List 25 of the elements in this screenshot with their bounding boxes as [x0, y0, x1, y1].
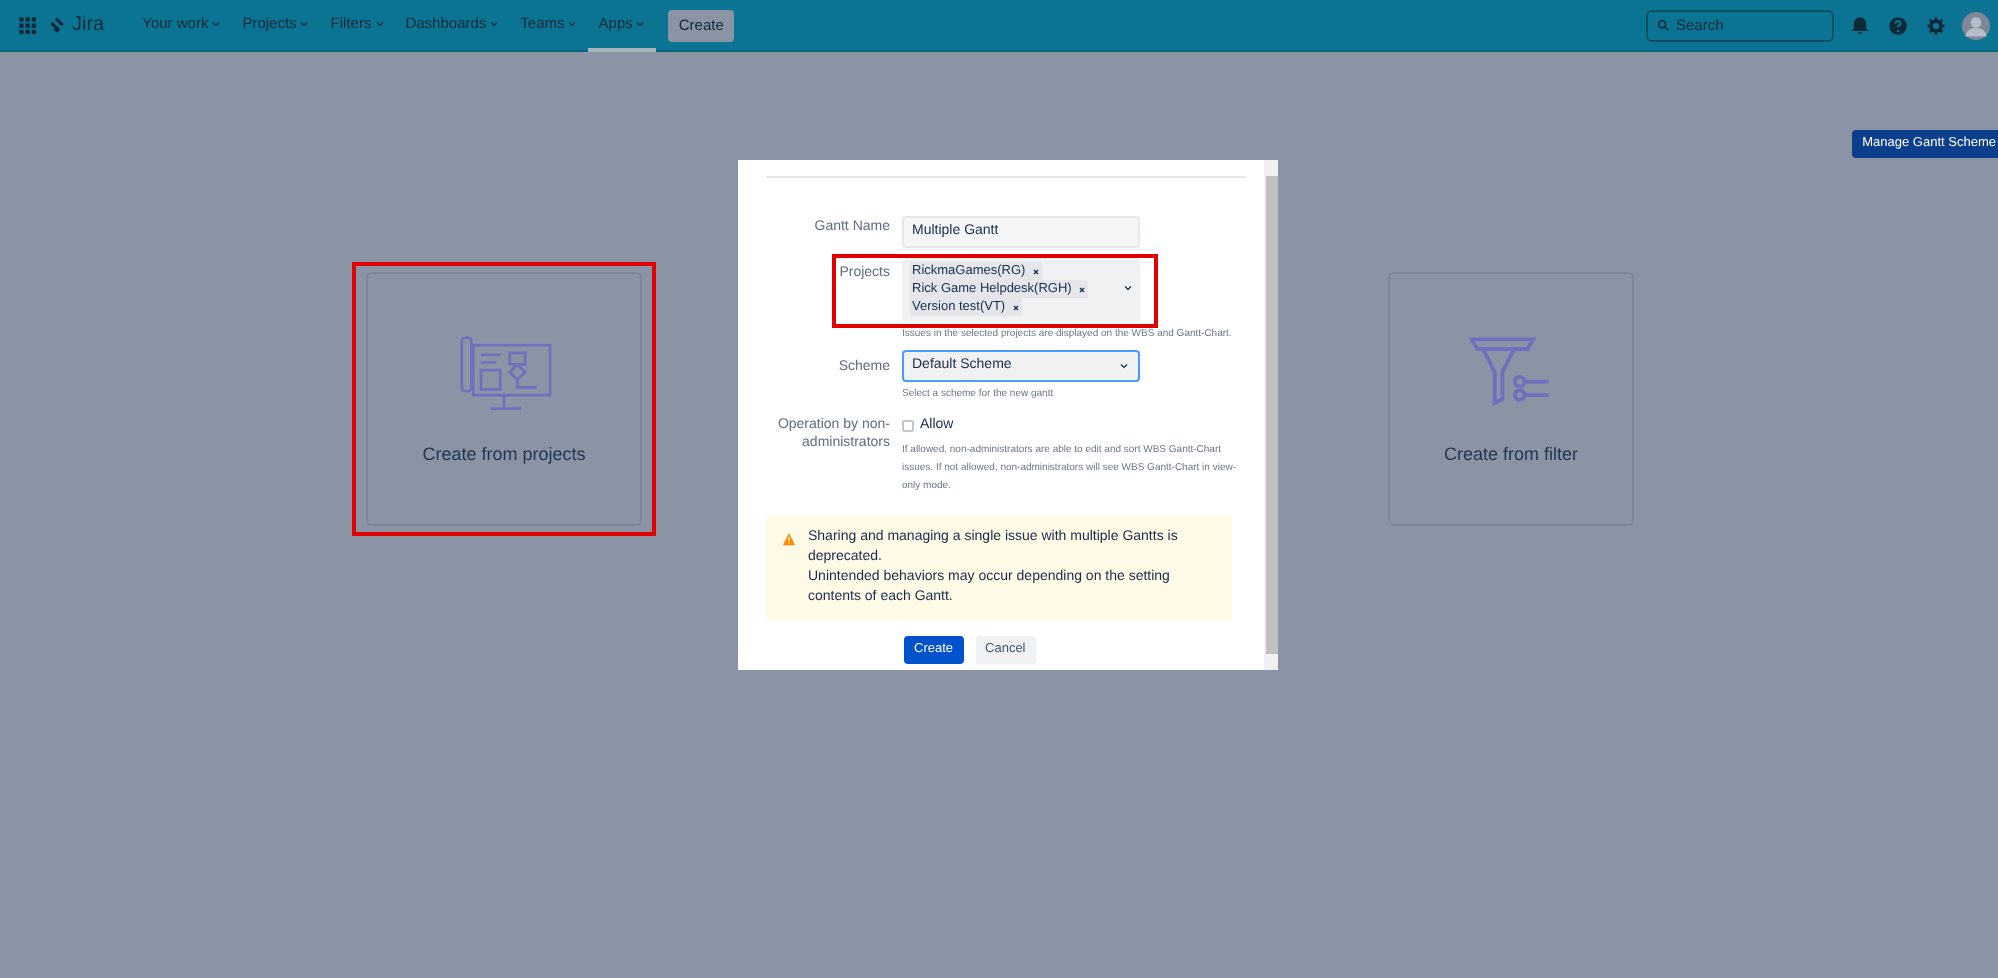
create-option-card[interactable]: Create from projects [366, 272, 642, 526]
card-label: Create from projects [422, 441, 586, 468]
caret-icon [1122, 282, 1134, 294]
checkbox[interactable] [902, 420, 914, 433]
caret-icon [566, 17, 579, 29]
remove-icon[interactable] [1031, 267, 1040, 275]
settings-icon[interactable] [1926, 15, 1946, 35]
caret-icon [488, 17, 501, 29]
warning-icon [782, 531, 796, 545]
remove-icon[interactable] [1077, 285, 1086, 293]
logo-text: Jira [72, 12, 105, 40]
scrollbar[interactable] [1264, 160, 1278, 670]
card-label: Create from filter [1443, 441, 1579, 468]
caret-icon [210, 17, 223, 29]
logo-mark-icon [48, 16, 66, 34]
help-icon[interactable] [1888, 15, 1908, 35]
caret-icon [1118, 360, 1130, 372]
caret-icon [373, 17, 386, 29]
notifications-icon[interactable] [1850, 15, 1870, 35]
caret-icon [298, 17, 311, 29]
app-switcher-icon[interactable] [18, 15, 38, 35]
remove-icon[interactable] [1011, 303, 1020, 311]
caret-icon [634, 17, 647, 29]
avatar-icon[interactable] [1962, 11, 1990, 39]
create-option-card[interactable]: Create from filter [1388, 272, 1634, 526]
